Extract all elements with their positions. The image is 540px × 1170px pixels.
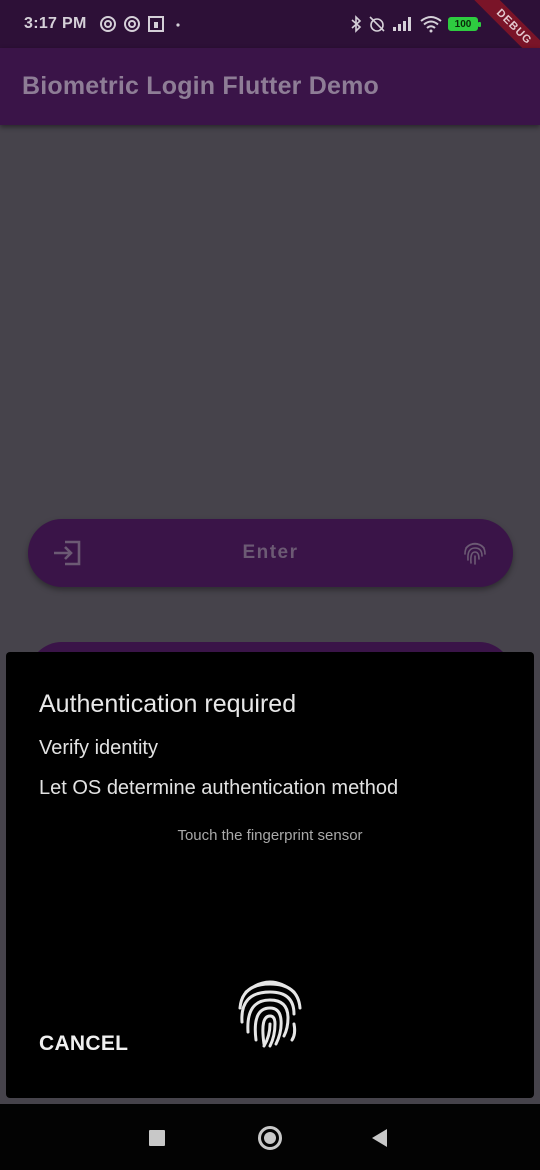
enter-button-label: Enter xyxy=(242,542,299,563)
back-icon[interactable] xyxy=(372,1129,387,1147)
status-right-icons: 100 xyxy=(350,0,481,48)
app-bar: Biometric Login Flutter Demo xyxy=(0,48,540,125)
at-sign-icon xyxy=(123,16,140,32)
cancel-button[interactable]: CANCEL xyxy=(39,1032,128,1056)
status-left-icons xyxy=(99,15,185,33)
auth-dialog: Authentication required Verify identity … xyxy=(6,652,534,1098)
alarm-off-icon xyxy=(369,16,385,32)
status-bar: 3:17 PM 100 DEBUG xyxy=(0,0,540,76)
calendar-icon xyxy=(147,16,164,32)
bluetooth-icon xyxy=(351,15,362,33)
dialog-description: Let OS determine authentication method xyxy=(39,777,399,799)
navigation-bar xyxy=(0,1104,540,1170)
app-bar-title: Biometric Login Flutter Demo xyxy=(22,72,380,100)
wifi-icon xyxy=(420,16,442,33)
battery-icon: 100 xyxy=(448,17,481,31)
home-icon[interactable] xyxy=(258,1126,282,1150)
recents-icon[interactable] xyxy=(149,1130,165,1146)
dialog-subtitle: Verify identity xyxy=(39,737,158,759)
at-sign-icon xyxy=(99,16,116,32)
dialog-title: Authentication required xyxy=(39,690,297,718)
enter-button[interactable]: Enter xyxy=(28,519,513,587)
signal-icon xyxy=(393,17,411,31)
dialog-hint: Touch the fingerprint sensor xyxy=(177,827,363,844)
fingerprint-icon[interactable] xyxy=(232,974,308,1050)
fingerprint-icon xyxy=(464,542,486,565)
status-time: 3:17 PM xyxy=(24,15,87,32)
dot-icon xyxy=(175,23,180,27)
